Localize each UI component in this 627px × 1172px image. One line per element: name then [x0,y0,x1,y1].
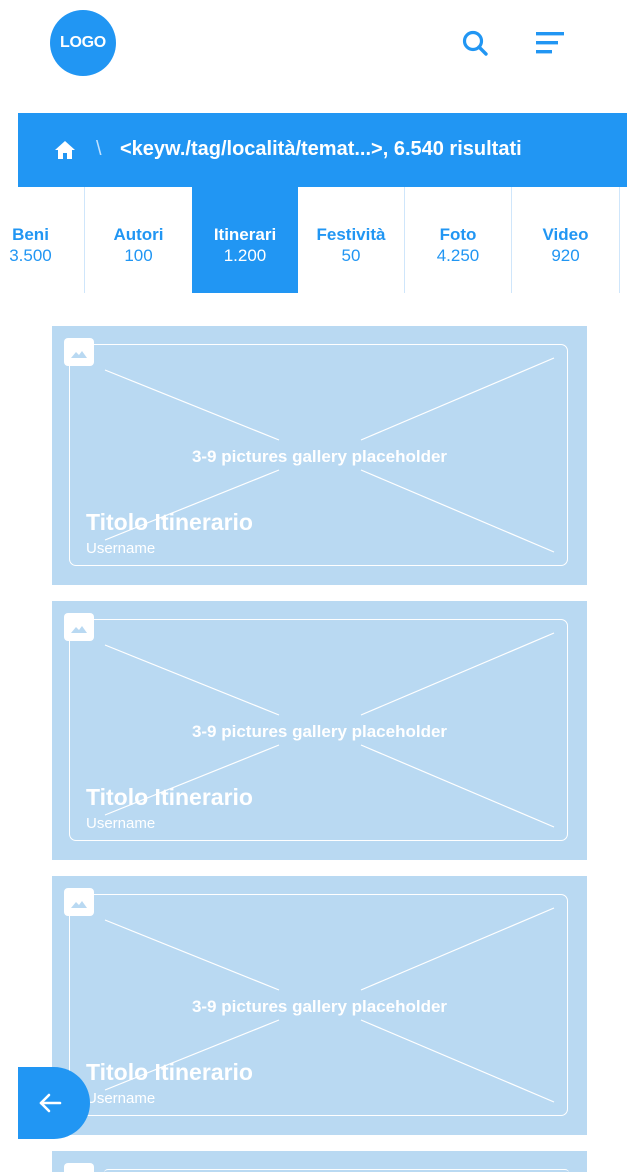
tab-count: 100 [124,246,153,265]
gallery-placeholder-label: 3-9 pictures gallery placeholder [191,997,448,1016]
tab-festivita[interactable]: Festività 50 [298,187,405,293]
tab-label: Foto [439,225,477,244]
tab-count: 4.250 [436,246,480,265]
tab-foto[interactable]: Foto 4.250 [405,187,512,293]
tab-autori[interactable]: Autori 100 [85,187,193,293]
tab-count: 1.200 [223,246,267,265]
card-username: Username [86,1090,156,1107]
arrow-left-icon [39,1093,62,1113]
card-username: Username [86,540,156,557]
tab-label: Video [542,225,589,244]
tab-label: Festività [316,225,386,244]
image-icon [64,338,94,366]
logo-text: LOGO [60,34,106,51]
tab-label: Itinerari [213,225,277,244]
tab-video[interactable]: Video 920 [512,187,620,293]
menu-icon[interactable] [532,26,566,60]
gallery-placeholder-label: 3-9 pictures gallery placeholder [191,447,448,466]
card-title: Titolo Itinerario [86,509,253,535]
tab-count: 50 [341,246,361,265]
card-title: Titolo Itinerario [86,1059,253,1085]
tab-beni[interactable]: Beni 3.500 [0,187,85,293]
logo[interactable]: LOGO [50,10,116,76]
itinerary-card[interactable]: 3-9 pictures gallery placeholder Titolo … [52,601,587,860]
tab-count: 920 [551,246,580,265]
card-title: Titolo Itinerario [86,784,253,810]
tab-label: Autori [113,225,164,244]
gallery-placeholder-label: 3-9 pictures gallery placeholder [191,722,448,741]
home-icon[interactable] [54,140,76,160]
tab-label: Beni [12,225,49,244]
image-icon [64,613,94,641]
itinerary-card[interactable]: 3-9 pictures gallery placeholder Titolo … [52,876,587,1135]
breadcrumb: \ <keyw./tag/località/temat...>, 6.540 r… [18,113,627,187]
itinerary-card[interactable] [52,1151,587,1172]
results-tabs: Beni 3.500 Autori 100 Itinerari 1.200 Fe… [0,187,627,293]
image-icon [64,888,94,916]
search-icon[interactable] [458,26,492,60]
image-icon [64,1163,94,1172]
back-button[interactable] [18,1067,90,1139]
breadcrumb-separator: \ [96,138,102,160]
card-username: Username [86,815,156,832]
page: LOGO \ <keyw./tag/località/temat...>, 6.… [0,0,627,1172]
itinerary-card[interactable]: 3-9 pictures gallery placeholder Titolo … [52,326,587,585]
tab-count: 3.500 [9,246,52,265]
tab-itinerari[interactable]: Itinerari 1.200 [192,187,298,293]
breadcrumb-current: <keyw./tag/località/temat...>, 6.540 ris… [120,138,522,160]
